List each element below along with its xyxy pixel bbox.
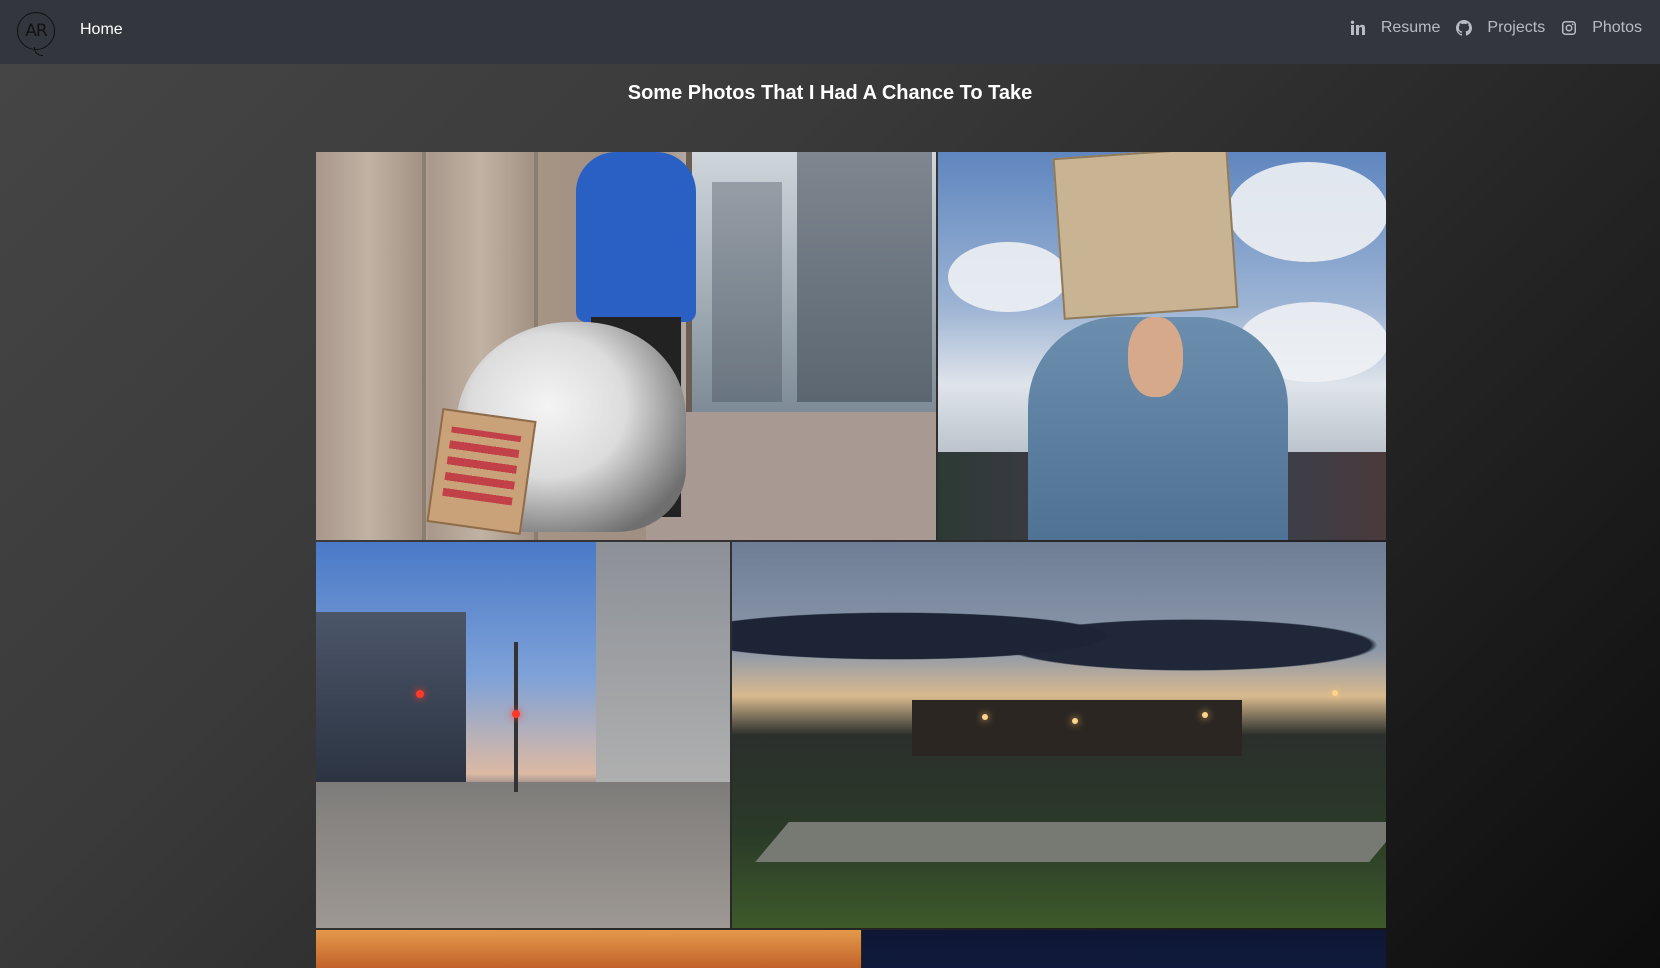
instagram-icon [1562, 21, 1577, 35]
traffic-light [512, 710, 520, 718]
github-icon [1456, 20, 1473, 36]
protest-sign [1052, 152, 1239, 320]
protester-face [1128, 317, 1183, 397]
road [316, 782, 730, 928]
photos-label: Photos [1592, 19, 1642, 36]
logo-text: AR [25, 21, 47, 41]
clouds [732, 582, 1386, 672]
building [912, 700, 1242, 756]
pillar [316, 152, 426, 540]
photo-climate-protest[interactable] [938, 152, 1386, 540]
resume-label: Resume [1380, 19, 1441, 36]
nav-links: Resume Projects Photos [1334, 19, 1642, 37]
cardboard-sign [426, 407, 537, 536]
traffic-light [416, 690, 424, 698]
resume-link[interactable]: Resume [1350, 19, 1441, 37]
person [576, 152, 696, 322]
floor [646, 412, 936, 540]
building [596, 542, 730, 812]
navbar: AR Home Resume Projects Photos [0, 0, 1660, 64]
projects-link[interactable]: Projects [1456, 19, 1545, 37]
photo-gallery [316, 152, 1386, 968]
photo-dog-with-sign[interactable] [316, 152, 936, 540]
projects-label: Projects [1487, 19, 1546, 36]
photo-sunset[interactable] [316, 930, 861, 968]
photo-night-sky[interactable] [862, 930, 1386, 968]
linkedin-icon [1350, 20, 1365, 35]
walkway [755, 822, 1386, 862]
building-window [686, 152, 936, 414]
photo-street-dusk[interactable] [316, 542, 730, 928]
photos-link[interactable]: Photos [1561, 19, 1642, 37]
home-link[interactable]: Home [80, 21, 123, 39]
photo-park-night[interactable] [732, 542, 1386, 928]
building [316, 612, 466, 782]
logo[interactable]: AR [17, 12, 55, 56]
page-title: Some Photos That I Had A Chance To Take [627, 82, 1033, 104]
